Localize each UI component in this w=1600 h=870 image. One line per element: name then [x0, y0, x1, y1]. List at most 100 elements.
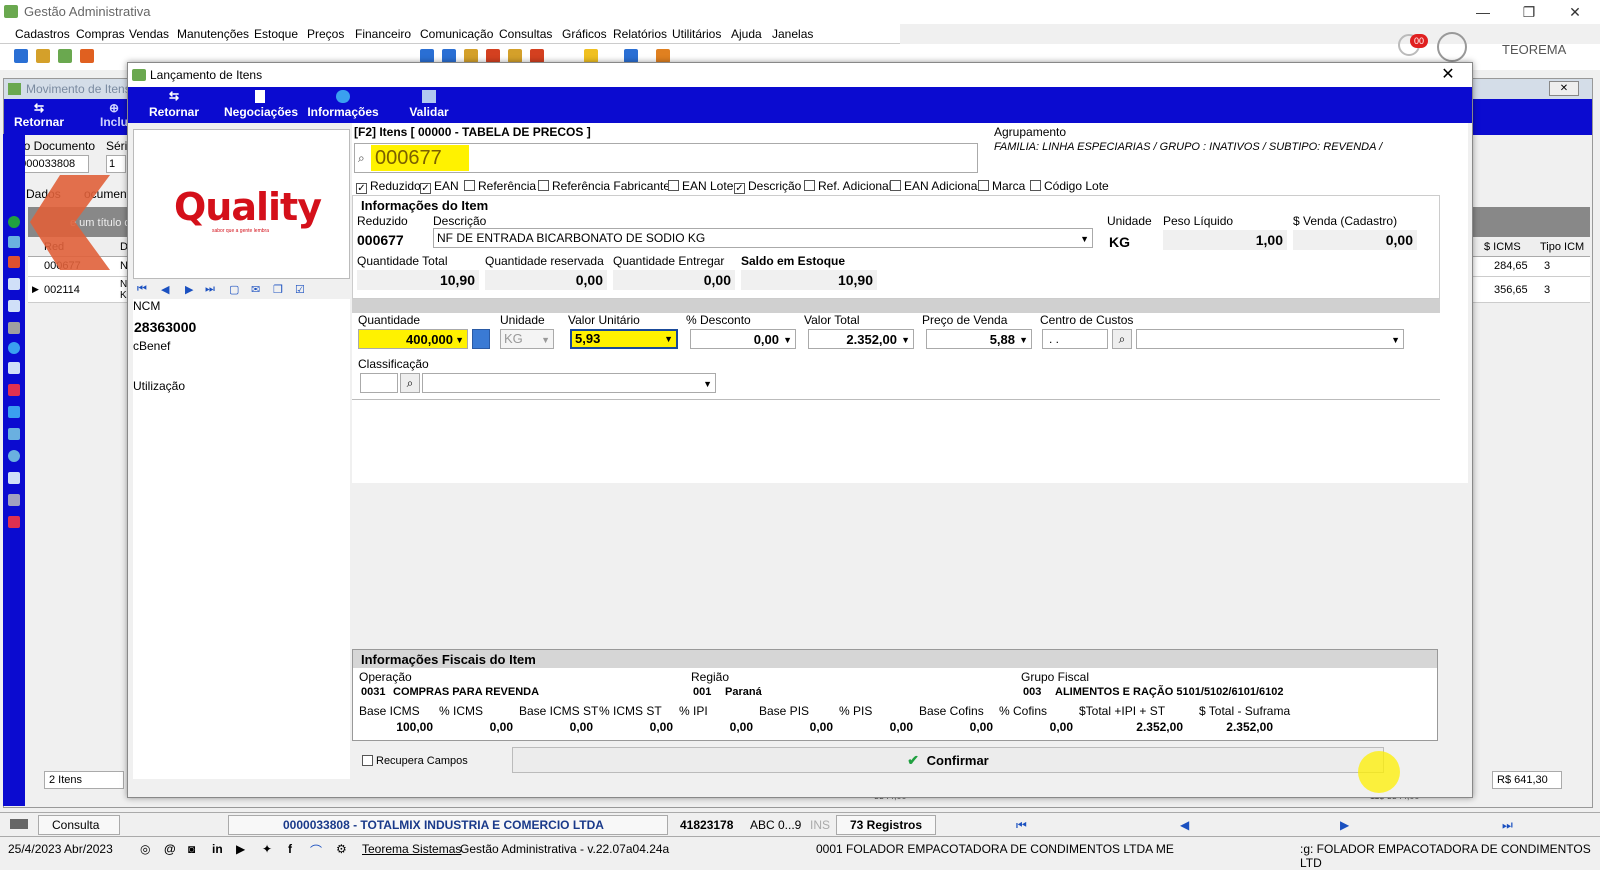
chevron-down-icon[interactable]: ▼	[664, 331, 673, 347]
confirmar-button[interactable]: ✔ Confirmar	[512, 747, 1400, 793]
toolbar-icon-8[interactable]	[486, 49, 500, 63]
calc-icon[interactable]	[472, 329, 490, 349]
menu-utilitarios[interactable]: Utilitários	[672, 27, 721, 41]
checkbox-reduzido[interactable]: ✓ Reduzido	[356, 179, 421, 194]
last-record-icon[interactable]: ⏭	[1502, 818, 1513, 833]
unidade2-field[interactable]: KG ▼	[500, 329, 554, 349]
linkedin-icon[interactable]: in	[212, 842, 223, 856]
toolbar-icon-9[interactable]	[508, 49, 522, 63]
chevron-down-icon[interactable]: ▼	[1080, 229, 1089, 249]
menu-janelas[interactable]: Janelas	[772, 27, 813, 41]
sidebar-icon-4[interactable]	[8, 278, 20, 290]
chevron-down-icon[interactable]: ▼	[783, 330, 792, 350]
incluir-button-bg[interactable]: ⊕ Inclu	[100, 101, 128, 129]
chevron-down-icon[interactable]: ▼	[703, 374, 712, 394]
next-icon[interactable]: ▶	[185, 283, 193, 296]
sidebar-icon-10[interactable]	[8, 406, 20, 418]
user-avatar-icon[interactable]	[1437, 32, 1467, 62]
facebook-icon[interactable]: f	[288, 842, 292, 856]
prev-icon[interactable]: ◀	[161, 283, 169, 296]
toolbar-icon-5[interactable]	[420, 49, 434, 63]
item-search-field[interactable]: ⌕ 000677	[354, 143, 978, 173]
close-button[interactable]: ✕	[1552, 0, 1598, 24]
chevron-down-icon[interactable]: ▼	[1391, 330, 1400, 350]
menu-estoque[interactable]: Estoque	[254, 27, 298, 41]
checkbox-ref-fabricante[interactable]: Referência Fabricante	[538, 179, 670, 193]
web-icon[interactable]: ◎	[140, 842, 150, 856]
menu-comunicacao[interactable]: Comunicação	[420, 27, 493, 41]
toolbar-icon-6[interactable]	[442, 49, 456, 63]
menu-financeiro[interactable]: Financeiro	[355, 27, 411, 41]
menu-cadastros[interactable]: Cadastros	[15, 27, 70, 41]
preco-venda-field[interactable]: 5,88 ▼	[926, 329, 1032, 349]
checkbox-codigo-lote[interactable]: Código Lote	[1030, 179, 1109, 193]
checkbox-descricao[interactable]: ✓ Descrição	[734, 179, 801, 194]
menu-compras[interactable]: Compras	[76, 27, 125, 41]
menu-consultas[interactable]: Consultas	[499, 27, 552, 41]
centro-select[interactable]: ▼	[1136, 329, 1404, 349]
clipboard-icon[interactable]: ☑	[295, 283, 305, 296]
gear-icon[interactable]	[8, 450, 20, 462]
checkbox-ean-adicional[interactable]: EAN Adicional	[890, 179, 980, 193]
sidebar-icon-5[interactable]	[8, 300, 20, 312]
sidebar-icon-3[interactable]	[8, 256, 20, 268]
sidebar-icon-9[interactable]	[8, 384, 20, 396]
last-icon[interactable]: ⏭	[205, 283, 215, 296]
informacoes-button[interactable]: Informações	[306, 89, 380, 121]
toolbar-icon-4[interactable]	[80, 49, 94, 63]
minimize-button[interactable]: —	[1460, 0, 1506, 24]
chevron-down-icon[interactable]: ▼	[901, 330, 910, 350]
chevron-down-icon[interactable]: ▼	[541, 330, 550, 350]
sidebar-icon-2[interactable]	[8, 236, 20, 248]
instagram-icon[interactable]: ◙	[188, 842, 195, 856]
recupera-checkbox[interactable]: Recupera Campos	[362, 755, 468, 767]
dialog-close-button[interactable]: ✕	[1428, 63, 1468, 87]
search-icon[interactable]: ⌕	[400, 373, 420, 393]
chevron-down-icon[interactable]: ▼	[1019, 330, 1028, 350]
checkbox-marca[interactable]: Marca	[978, 179, 1025, 193]
quantidade-field[interactable]: 400,000 ▼	[358, 329, 468, 349]
feed-icon[interactable]: ⌒	[310, 842, 322, 859]
twitter-icon[interactable]: ✦	[262, 842, 272, 856]
table-row[interactable]: ▶ 002114 N K	[28, 277, 130, 303]
teorema-link[interactable]: Teorema Sistemas	[362, 842, 461, 856]
desconto-field[interactable]: 0,00 ▼	[690, 329, 796, 349]
checkbox-ean-lote[interactable]: EAN Lote	[668, 179, 733, 193]
toolbar-icon-7[interactable]	[464, 49, 478, 63]
sidebar-icon-8[interactable]	[8, 362, 20, 374]
sidebar-icon-11[interactable]	[8, 428, 20, 440]
toolbar-icon-10[interactable]	[530, 49, 544, 63]
mail-icon[interactable]: ✉	[251, 283, 260, 296]
classificacao-select[interactable]: ▼	[422, 373, 716, 393]
toolbar-icon-13[interactable]	[656, 49, 670, 63]
descricao-field[interactable]: NF DE ENTRADA BICARBONATO DE SODIO KG ▼	[433, 228, 1093, 248]
toolbar-icon-2[interactable]	[36, 49, 50, 63]
search-icon[interactable]: ⌕	[1112, 329, 1132, 349]
chevron-down-icon[interactable]: ▼	[455, 330, 464, 350]
movimento-close-button[interactable]: ✕	[1549, 81, 1579, 96]
add-icon[interactable]	[8, 216, 20, 228]
menu-ajuda[interactable]: Ajuda	[731, 27, 762, 41]
toolbar-icon-1[interactable]	[14, 49, 28, 63]
valor-total-field[interactable]: 2.352,00 ▼	[808, 329, 914, 349]
menu-relatorios[interactable]: Relatórios	[613, 27, 667, 41]
info-icon[interactable]	[8, 342, 20, 354]
next-record-icon[interactable]: ▶	[1340, 818, 1349, 832]
toolbar-icon-3[interactable]	[58, 49, 72, 63]
retornar-button-bg[interactable]: ⇆ Retornar	[14, 101, 64, 129]
menu-precos[interactable]: Preços	[307, 27, 344, 41]
star-icon[interactable]	[584, 49, 598, 63]
classificacao-code-field[interactable]	[360, 373, 398, 393]
sidebar-icon-14[interactable]	[8, 494, 20, 506]
sidebar-icon-15[interactable]	[8, 516, 20, 528]
new-image-icon[interactable]: ▢	[229, 283, 239, 296]
first-icon[interactable]: ⏮	[137, 283, 147, 296]
menu-vendas[interactable]: Vendas	[129, 27, 169, 41]
email-icon[interactable]: @	[164, 842, 176, 856]
negociacoes-button[interactable]: Negociações	[224, 89, 298, 121]
validar-button[interactable]: Validar	[406, 89, 452, 121]
prev-record-icon[interactable]: ◀	[1180, 818, 1189, 832]
serie-field[interactable]: 1	[106, 155, 126, 173]
sidebar-icon-6[interactable]	[8, 322, 20, 334]
valor-unit-field[interactable]: 5,93 ▼	[570, 329, 678, 349]
